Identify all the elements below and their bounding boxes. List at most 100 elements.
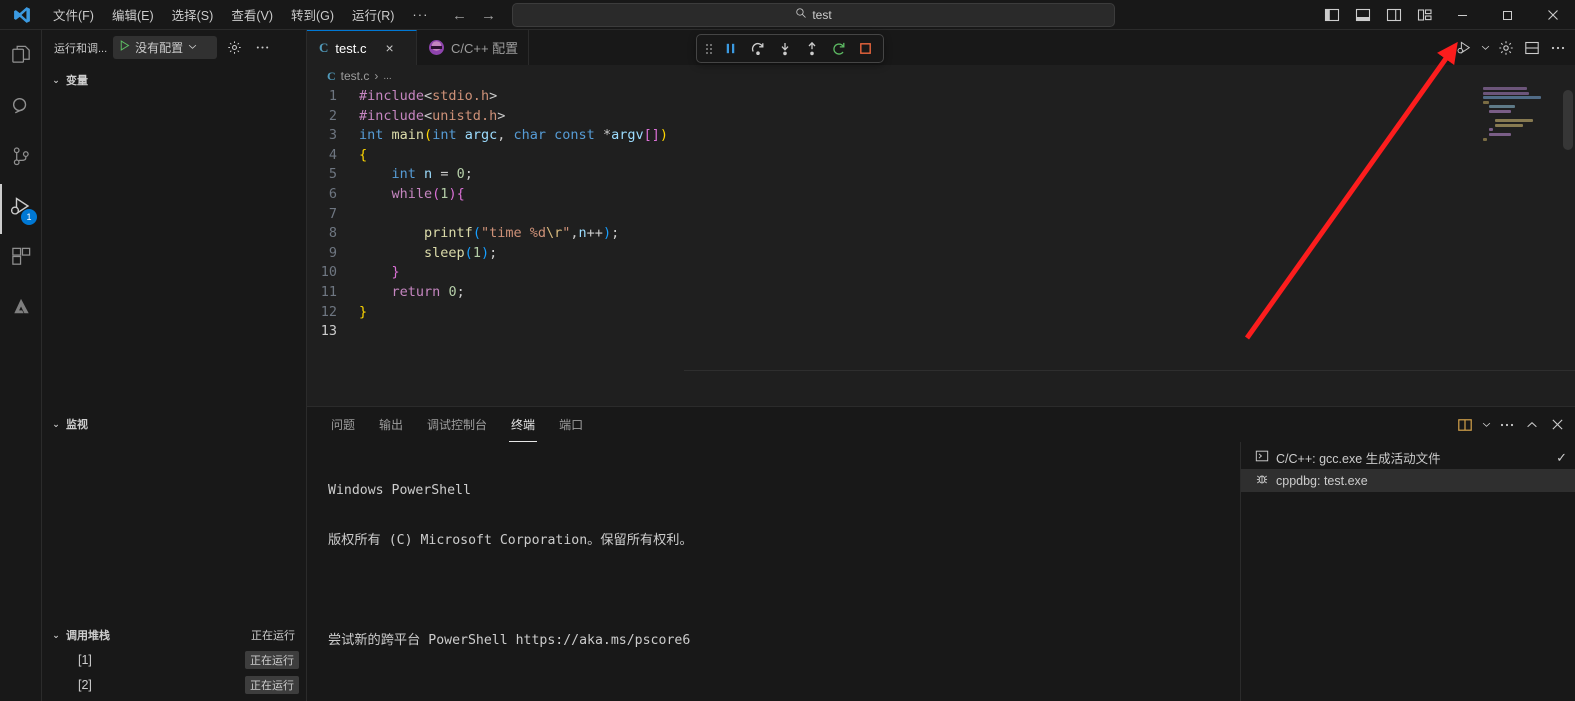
restart-icon[interactable] [826,36,851,61]
code-line: 8 printf("time %d\r",n++); [307,224,1575,244]
run-and-debug-button[interactable] [1451,34,1477,62]
activitybar-explorer[interactable] [0,30,42,84]
activitybar-extensions[interactable] [0,234,42,284]
toggle-primary-sidebar-icon[interactable] [1316,0,1347,30]
stop-icon[interactable] [853,36,878,61]
step-out-icon[interactable] [799,36,824,61]
close-icon[interactable]: × [385,41,393,55]
menu-file[interactable]: 文件(F) [44,2,103,27]
sidebar-section-watch-label: 监视 [66,419,88,431]
tab-problems[interactable]: 问题 [321,407,365,442]
editor-vertical-scrollbar[interactable] [1563,90,1573,150]
line-number: 8 [328,225,337,242]
callstack-header[interactable]: ⌄ 调用堆栈 正在运行 [42,624,307,646]
activitybar-search[interactable] [0,84,42,134]
terminal-list-item-label: C/C++: gcc.exe 生成活动文件 [1276,452,1441,466]
tab-output[interactable]: 输出 [369,407,413,442]
vscode-logo-icon [0,5,44,25]
sidebar-section-watch[interactable]: ⌄ 监视 [42,413,307,435]
panel-actions [1453,407,1569,442]
toggle-secondary-sidebar-icon[interactable] [1378,0,1409,30]
tab-ports[interactable]: 端口 [549,407,593,442]
activitybar-run-and-debug[interactable]: 1 [0,184,42,234]
line-number: 5 [328,166,337,183]
step-over-icon[interactable] [745,36,770,61]
breadcrumb-rest[interactable]: ... [383,71,391,82]
activitybar-source-control[interactable] [0,134,42,184]
pause-icon[interactable] [718,36,743,61]
line-number: 4 [328,146,337,163]
code-line: 11 return 0; [307,283,1575,303]
tab-test-c[interactable]: C test.c × [307,30,417,65]
forward-arrow-icon[interactable]: → [481,8,496,23]
drag-handle-icon[interactable] [702,36,716,61]
activity-bar: 1 [0,30,42,701]
terminal-more-actions-icon[interactable] [1495,412,1519,438]
close-icon[interactable] [1530,0,1575,30]
debug-floating-toolbar [696,34,884,63]
tab-cpp-config[interactable]: C/C++ 配置 [417,30,530,65]
editor-settings-gear-icon[interactable] [1493,34,1519,62]
terminal-instance-list: C/C++: gcc.exe 生成活动文件 ✓ cppdbg: test.exe [1240,442,1575,701]
maximize-panel-icon[interactable] [1520,412,1544,438]
gear-icon[interactable] [223,37,245,59]
terminal-list-item-gcc[interactable]: C/C++: gcc.exe 生成活动文件 ✓ [1241,446,1575,469]
code-line: 13 [307,322,1575,342]
breadcrumb-file[interactable]: test.c [341,69,370,83]
callstack-row-label: [1] [78,652,92,667]
maximize-icon[interactable] [1485,0,1530,30]
chevron-down-icon: ⌄ [52,629,60,640]
chevron-down-icon: ⌄ [52,418,60,429]
tab-debug-console[interactable]: 调试控制台 [417,407,497,442]
chevron-down-icon: ⌄ [52,74,60,85]
sidebar-section-variables-label: 变量 [66,75,88,87]
line-number: 11 [320,283,337,300]
launch-profile-chevron-icon[interactable] [1478,412,1494,438]
callstack-row[interactable]: [2] 正在运行 [42,673,307,696]
breadcrumb: C test.c › ... [307,65,1575,87]
line-number: 12 [320,303,337,320]
menu-edit[interactable]: 编辑(E) [103,2,163,27]
step-into-icon[interactable] [772,36,797,61]
quick-input-search-box[interactable]: test [512,3,1115,27]
code-line: 2 #include<unistd.h> [307,107,1575,127]
back-arrow-icon[interactable]: ← [452,8,467,23]
c-file-icon: C [319,40,329,55]
titlebar-right-controls [1316,0,1575,30]
line-number: 2 [328,107,337,124]
sidebar-section-variables[interactable]: ⌄ 变量 [42,69,306,91]
code-line: 12} [307,303,1575,323]
menu-run[interactable]: 运行(R) [343,2,403,27]
tab-terminal[interactable]: 终端 [501,407,545,442]
line-number: 10 [320,264,337,281]
panel-tab-label: 终端 [511,418,536,432]
quick-input-value: test [812,8,832,22]
activitybar-anaconda[interactable] [0,284,42,334]
callstack-row[interactable]: [1] 正在运行 [42,648,307,671]
customize-layout-icon[interactable] [1409,0,1440,30]
code-line: 5 int n = 0; [307,165,1575,185]
launch-configuration-selector[interactable]: 没有配置 [113,36,218,59]
menu-view[interactable]: 查看(V) [222,2,282,27]
run-dropdown-chevron-icon[interactable] [1477,34,1493,62]
more-actions-icon[interactable] [251,37,273,59]
close-panel-icon[interactable] [1545,412,1569,438]
menu-go[interactable]: 转到(G) [282,2,343,27]
split-terminal-icon[interactable] [1453,412,1477,438]
extensions-icon [10,245,33,273]
split-editor-icon[interactable] [1519,34,1545,62]
menu-selection[interactable]: 选择(S) [163,2,223,27]
minimize-icon[interactable] [1440,0,1485,30]
terminal-list-item-cppdbg[interactable]: cppdbg: test.exe [1241,469,1575,492]
callstack-state: 正在运行 [251,630,295,642]
vscode-window: 文件(F) 编辑(E) 选择(S) 查看(V) 转到(G) 运行(R) ··· … [0,0,1575,701]
title-bar: 文件(F) 编辑(E) 选择(S) 查看(V) 转到(G) 运行(R) ··· … [0,0,1575,30]
toggle-panel-icon[interactable] [1347,0,1378,30]
sidebar-section-callstack: ⌄ 调用堆栈 正在运行 [1] 正在运行 [2] 正在运行 [42,624,307,696]
code-editor[interactable]: 1 #include<stdio.h> 2 #include<unistd.h> 3… [307,87,1575,432]
editor-more-actions-icon[interactable] [1545,34,1571,62]
menu-overflow-icon[interactable]: ··· [403,5,437,24]
panel-tab-label: 调试控制台 [427,418,488,432]
menu-bar: 文件(F) 编辑(E) 选择(S) 查看(V) 转到(G) 运行(R) ··· [44,0,437,30]
line-number: 6 [328,185,337,202]
